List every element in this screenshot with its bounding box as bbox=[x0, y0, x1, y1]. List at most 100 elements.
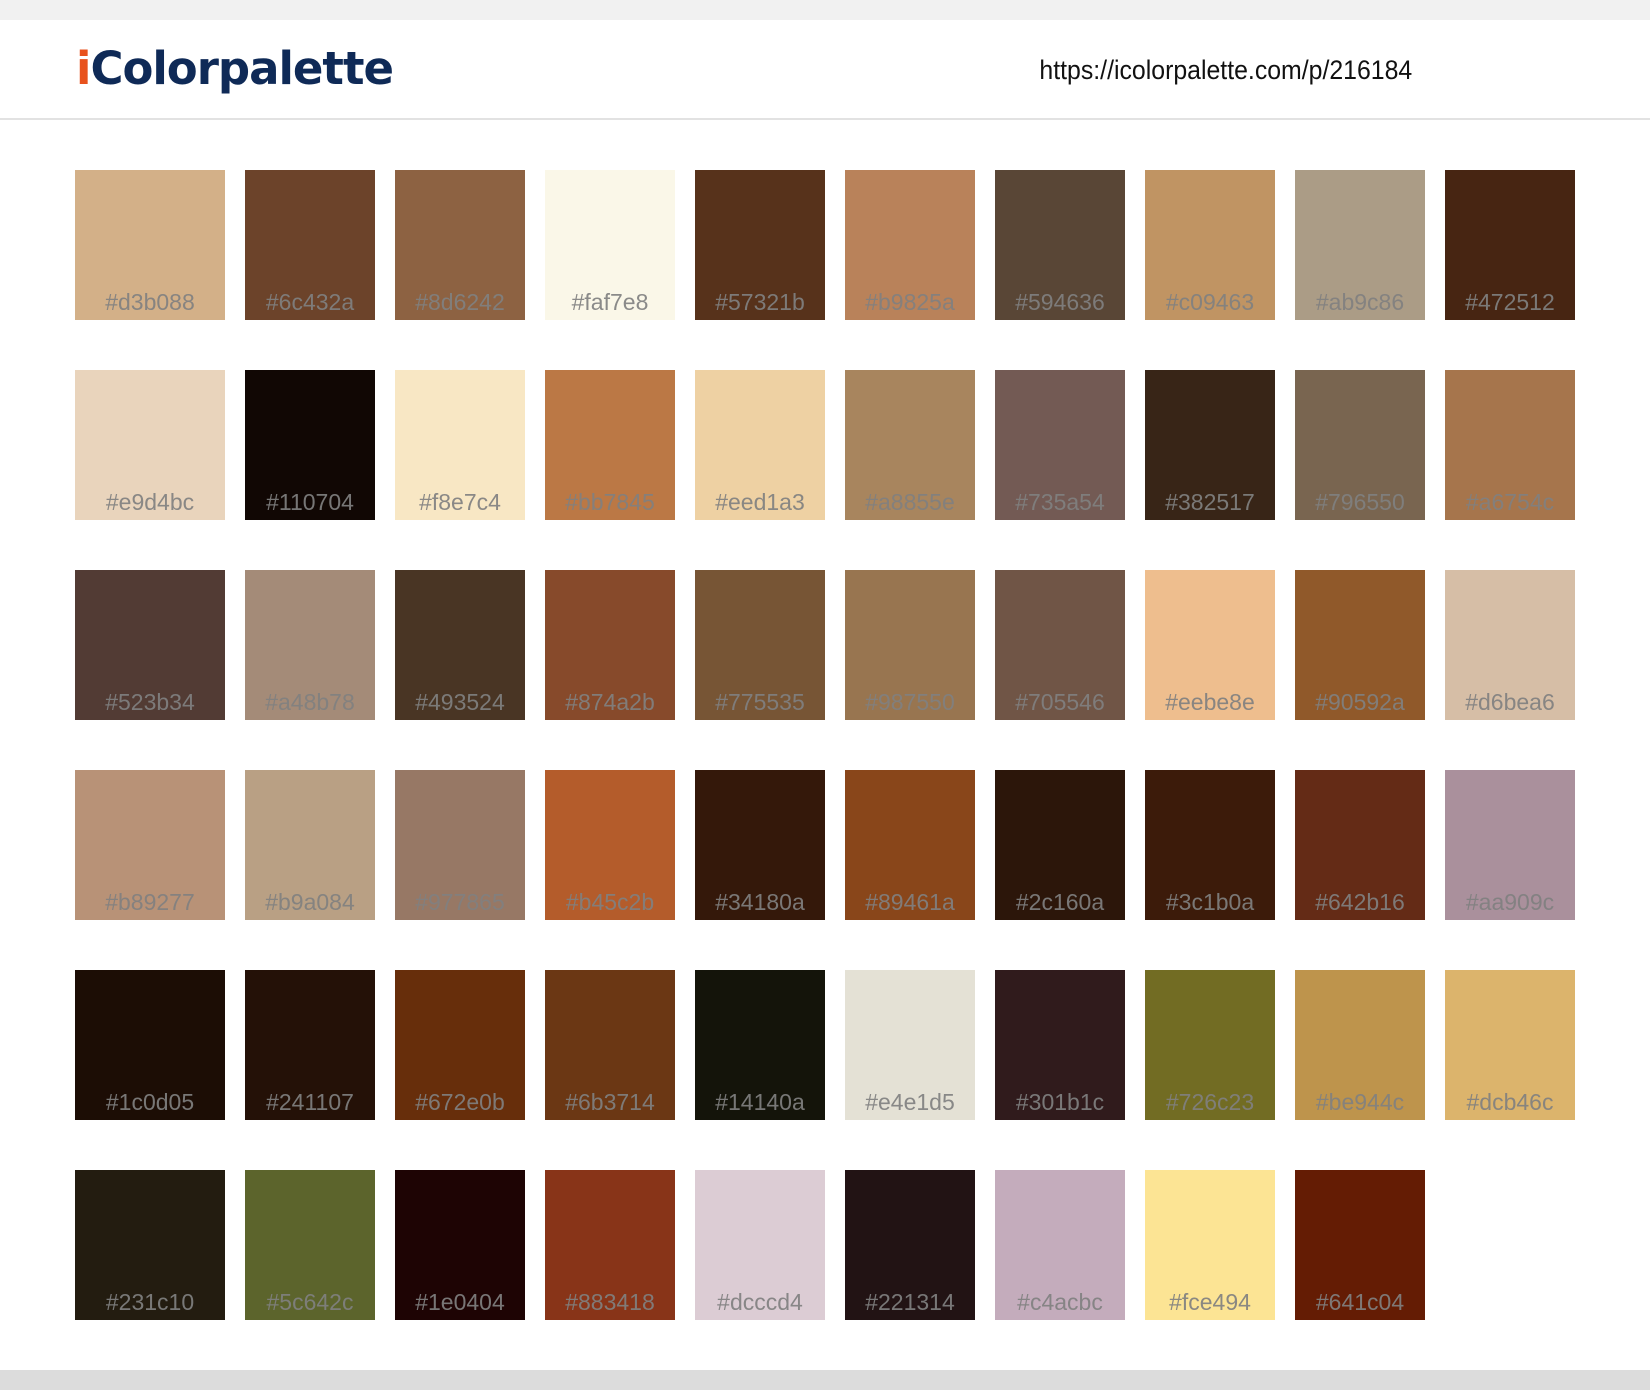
color-swatch[interactable]: #faf7e8 bbox=[545, 170, 675, 320]
color-swatch[interactable]: #301b1c bbox=[995, 970, 1125, 1120]
color-hex-label: #2c160a bbox=[1015, 889, 1105, 915]
color-swatch[interactable]: #874a2b bbox=[545, 570, 675, 720]
color-hex-label: #221314 bbox=[865, 1289, 955, 1315]
color-swatch[interactable]: #aa909c bbox=[1445, 770, 1575, 920]
color-hex-label: #6b3714 bbox=[565, 1089, 655, 1115]
color-hex-label: #e9d4bc bbox=[105, 489, 195, 515]
color-swatch[interactable]: #89461a bbox=[845, 770, 975, 920]
color-swatch[interactable]: #a48b78 bbox=[245, 570, 375, 720]
color-hex-label: #a6754c bbox=[1465, 489, 1555, 515]
color-hex-label: #796550 bbox=[1315, 489, 1405, 515]
color-swatch[interactable]: #eed1a3 bbox=[695, 370, 825, 520]
color-hex-label: #a48b78 bbox=[265, 689, 355, 715]
color-swatch[interactable]: #b89277 bbox=[75, 770, 225, 920]
color-swatch[interactable]: #775535 bbox=[695, 570, 825, 720]
color-hex-label: #dcb46c bbox=[1466, 1089, 1554, 1115]
color-swatch[interactable]: #6c432a bbox=[245, 170, 375, 320]
color-hex-label: #775535 bbox=[715, 689, 805, 715]
color-hex-label: #641c04 bbox=[1315, 1289, 1405, 1315]
color-swatch[interactable]: #34180a bbox=[695, 770, 825, 920]
color-hex-label: #b9a084 bbox=[265, 889, 355, 915]
color-swatch[interactable]: #be944c bbox=[1295, 970, 1425, 1120]
color-hex-label: #dcccd4 bbox=[717, 1289, 803, 1315]
color-hex-label: #d3b088 bbox=[105, 289, 195, 315]
color-swatch[interactable]: #c09463 bbox=[1145, 170, 1275, 320]
color-swatch[interactable]: #e9d4bc bbox=[75, 370, 225, 520]
color-swatch[interactable]: #796550 bbox=[1295, 370, 1425, 520]
color-swatch[interactable]: #1c0d05 bbox=[75, 970, 225, 1120]
color-swatch[interactable]: #e4e1d5 bbox=[845, 970, 975, 1120]
color-hex-label: #5c642c bbox=[266, 1289, 354, 1315]
color-hex-label: #382517 bbox=[1165, 489, 1255, 515]
color-swatch[interactable]: #5c642c bbox=[245, 1170, 375, 1320]
color-swatch[interactable]: #90592a bbox=[1295, 570, 1425, 720]
color-swatch[interactable]: #735a54 bbox=[995, 370, 1125, 520]
color-hex-label: #fce494 bbox=[1169, 1289, 1251, 1315]
color-hex-label: #c09463 bbox=[1165, 289, 1255, 315]
color-hex-label: #726c23 bbox=[1165, 1089, 1255, 1115]
color-swatch[interactable]: #221314 bbox=[845, 1170, 975, 1320]
color-swatch[interactable]: #3c1b0a bbox=[1145, 770, 1275, 920]
color-swatch[interactable]: #977865 bbox=[395, 770, 525, 920]
swatch-grid: #d3b088 #6c432a #8d6242 #faf7e8 #57321b #b982… bbox=[0, 20, 1650, 1370]
color-swatch[interactable]: #ab9c86 bbox=[1295, 170, 1425, 320]
color-swatch[interactable]: #dcb46c bbox=[1445, 970, 1575, 1120]
color-hex-label: #be944c bbox=[1315, 1089, 1405, 1115]
color-swatch[interactable]: #b9a084 bbox=[245, 770, 375, 920]
color-swatch[interactable]: #57321b bbox=[695, 170, 825, 320]
color-swatch[interactable]: #726c23 bbox=[1145, 970, 1275, 1120]
color-swatch[interactable]: #b45c2b bbox=[545, 770, 675, 920]
color-hex-label: #34180a bbox=[715, 889, 805, 915]
color-hex-label: #301b1c bbox=[1015, 1089, 1105, 1115]
color-hex-label: #b89277 bbox=[105, 889, 195, 915]
color-swatch[interactable]: #641c04 bbox=[1295, 1170, 1425, 1320]
color-hex-label: #523b34 bbox=[105, 689, 195, 715]
color-hex-label: #89461a bbox=[865, 889, 955, 915]
page: iColorpalette https://icolorpalette.com/… bbox=[0, 20, 1650, 1370]
color-swatch[interactable]: #110704 bbox=[245, 370, 375, 520]
color-swatch[interactable]: #dcccd4 bbox=[695, 1170, 825, 1320]
color-swatch[interactable]: #493524 bbox=[395, 570, 525, 720]
color-swatch[interactable]: #2c160a bbox=[995, 770, 1125, 920]
color-swatch[interactable]: #241107 bbox=[245, 970, 375, 1120]
color-swatch[interactable]: #bb7845 bbox=[545, 370, 675, 520]
color-swatch[interactable]: #d3b088 bbox=[75, 170, 225, 320]
color-swatch[interactable]: #8d6242 bbox=[395, 170, 525, 320]
color-swatch[interactable]: #c4acbc bbox=[995, 1170, 1125, 1320]
color-swatch[interactable]: #a6754c bbox=[1445, 370, 1575, 520]
color-hex-label: #705546 bbox=[1015, 689, 1105, 715]
color-swatch[interactable]: #705546 bbox=[995, 570, 1125, 720]
color-hex-label: #594636 bbox=[1015, 289, 1105, 315]
color-hex-label: #b45c2b bbox=[565, 889, 655, 915]
color-hex-label: #735a54 bbox=[1015, 489, 1105, 515]
color-hex-label: #aa909c bbox=[1465, 889, 1555, 915]
color-hex-label: #e4e1d5 bbox=[865, 1089, 955, 1115]
color-hex-label: #987550 bbox=[865, 689, 955, 715]
color-hex-label: #d6bea6 bbox=[1465, 689, 1555, 715]
color-swatch[interactable]: #14140a bbox=[695, 970, 825, 1120]
color-swatch[interactable]: #b9825a bbox=[845, 170, 975, 320]
color-swatch[interactable]: #f8e7c4 bbox=[395, 370, 525, 520]
color-swatch[interactable]: #fce494 bbox=[1145, 1170, 1275, 1320]
color-swatch[interactable]: #642b16 bbox=[1295, 770, 1425, 920]
color-swatch[interactable]: #eebe8e bbox=[1145, 570, 1275, 720]
color-swatch[interactable]: #6b3714 bbox=[545, 970, 675, 1120]
color-hex-label: #c4acbc bbox=[1017, 1289, 1103, 1315]
color-swatch[interactable]: #523b34 bbox=[75, 570, 225, 720]
color-swatch[interactable]: #883418 bbox=[545, 1170, 675, 1320]
color-swatch[interactable]: #d6bea6 bbox=[1445, 570, 1575, 720]
color-swatch[interactable]: #672e0b bbox=[395, 970, 525, 1120]
color-hex-label: #faf7e8 bbox=[571, 289, 649, 315]
color-hex-label: #493524 bbox=[415, 689, 505, 715]
color-swatch[interactable]: #a8855e bbox=[845, 370, 975, 520]
color-swatch[interactable]: #1e0404 bbox=[395, 1170, 525, 1320]
top-strip bbox=[0, 0, 1650, 20]
color-swatch[interactable]: #231c10 bbox=[75, 1170, 225, 1320]
color-swatch[interactable]: #472512 bbox=[1445, 170, 1575, 320]
color-swatch[interactable]: #594636 bbox=[995, 170, 1125, 320]
color-hex-label: #1c0d05 bbox=[105, 1089, 195, 1115]
color-swatch[interactable]: #987550 bbox=[845, 570, 975, 720]
color-hex-label: #14140a bbox=[715, 1089, 805, 1115]
color-hex-label: #90592a bbox=[1315, 689, 1405, 715]
color-swatch[interactable]: #382517 bbox=[1145, 370, 1275, 520]
